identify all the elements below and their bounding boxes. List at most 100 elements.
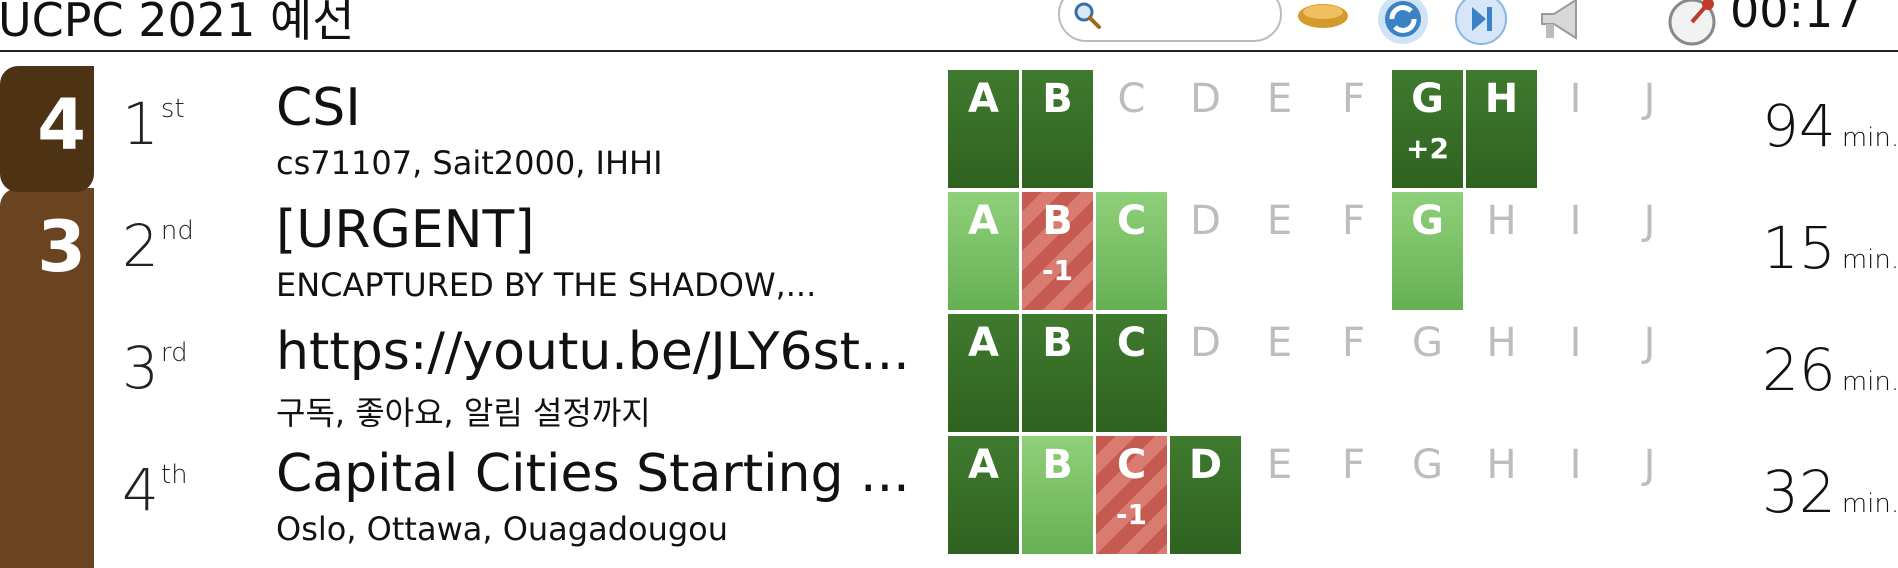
problem-cell-a[interactable]: A [948, 192, 1019, 310]
time-value: 94 [1762, 92, 1836, 160]
announce-icon[interactable] [1534, 0, 1588, 46]
problem-cell-f[interactable]: F [1318, 192, 1389, 310]
table-row[interactable]: 1st CSI cs71107, Sait2000, IHHI A B C D E F G +2 H I… [0, 68, 1898, 190]
problem-cell-g[interactable]: G [1392, 192, 1463, 310]
problem-cell-i[interactable]: I [1540, 192, 1611, 310]
problem-letter: B [1042, 320, 1073, 366]
table-row[interactable]: 3rd https://youtu.be/JLY6st... 구독, 좋아요, 알림… [0, 312, 1898, 434]
problem-cell-f[interactable]: F [1318, 436, 1389, 554]
search-icon [1074, 2, 1101, 29]
team-members: cs71107, Sait2000, IHHI [276, 144, 663, 182]
problem-letter: H [1486, 442, 1517, 488]
refresh-icon[interactable] [1376, 0, 1430, 46]
penalty-time: 15 min. [1762, 214, 1898, 282]
problem-letter: A [968, 76, 999, 122]
problem-cell-h[interactable]: H [1466, 436, 1537, 554]
team-name: [URGENT] [276, 200, 535, 260]
problem-cell-b[interactable]: B [1022, 436, 1093, 554]
rank: 4th [122, 456, 188, 524]
penalty-time: 94 min. [1762, 92, 1898, 160]
problem-letter: C [1116, 320, 1147, 366]
problem-cell-d[interactable]: D [1170, 314, 1241, 432]
problem-cell-b[interactable]: B -1 [1022, 192, 1093, 310]
problem-cell-c[interactable]: C [1096, 70, 1167, 188]
problem-cell-i[interactable]: I [1540, 70, 1611, 188]
attempt-delta: -1 [1041, 254, 1074, 287]
problem-cell-b[interactable]: B [1022, 70, 1093, 188]
problem-cell-h[interactable]: H [1466, 70, 1537, 188]
solved-count: 4 [37, 84, 86, 166]
rank-number: 1 [122, 90, 159, 158]
problem-letter: H [1484, 76, 1519, 122]
problem-cell-e[interactable]: E [1244, 192, 1315, 310]
problem-cell-j[interactable]: J [1614, 436, 1685, 554]
problem-cell-d[interactable]: D [1170, 436, 1241, 554]
problem-cell-g[interactable]: G [1392, 314, 1463, 432]
problem-letter: E [1266, 198, 1293, 244]
skip-forward-icon[interactable] [1454, 0, 1508, 46]
freeze-icon[interactable] [1296, 0, 1350, 46]
problem-cell-f[interactable]: F [1318, 70, 1389, 188]
table-row[interactable]: 4th Capital Cities Starting ... Oslo, Otta… [0, 434, 1898, 556]
team-name: CSI [276, 78, 361, 138]
problem-cell-c[interactable]: C [1096, 314, 1167, 432]
problem-letter: E [1266, 76, 1293, 122]
time-value: 32 [1762, 458, 1836, 526]
problem-letter: D [1190, 320, 1221, 366]
problem-letter: E [1266, 320, 1293, 366]
time-unit: min. [1841, 367, 1898, 397]
rank: 3rd [122, 334, 188, 402]
problem-letter: I [1569, 76, 1582, 122]
problem-letter: C [1117, 76, 1146, 122]
attempt-delta: +2 [1406, 132, 1449, 165]
problem-cell-b[interactable]: B [1022, 314, 1093, 432]
problem-letter: D [1190, 198, 1221, 244]
team-members: Oslo, Ottawa, Ouagadougou [276, 510, 729, 548]
problem-letter: A [968, 442, 999, 488]
problem-letter: I [1569, 442, 1582, 488]
problem-cell-c[interactable]: C -1 [1096, 436, 1167, 554]
problem-cell-h[interactable]: H [1466, 192, 1537, 310]
problem-cell-j[interactable]: J [1614, 192, 1685, 310]
problem-letter: G [1411, 76, 1444, 122]
problem-letter: B [1042, 198, 1073, 244]
table-row[interactable]: 2nd [URGENT] ENCAPTURED BY THE SHADOW,... A… [0, 190, 1898, 312]
problem-cell-e[interactable]: E [1244, 436, 1315, 554]
solved-count-group-3: 3 [0, 188, 94, 568]
problem-cell-g[interactable]: G [1392, 436, 1463, 554]
problem-letter: G [1412, 320, 1443, 366]
problem-cell-a[interactable]: A [948, 436, 1019, 554]
rank-suffix: th [160, 460, 188, 490]
problem-cell-f[interactable]: F [1318, 314, 1389, 432]
rank-number: 4 [122, 456, 159, 524]
problem-cell-e[interactable]: E [1244, 314, 1315, 432]
problem-letter: J [1643, 320, 1656, 366]
problem-letter: C [1116, 442, 1147, 488]
problem-letter: B [1042, 442, 1073, 488]
time-value: 15 [1762, 214, 1836, 282]
problem-letter: D [1188, 442, 1223, 488]
problem-cell-d[interactable]: D [1170, 192, 1241, 310]
problem-cell-g[interactable]: G +2 [1392, 70, 1463, 188]
problem-letter: C [1116, 198, 1147, 244]
problem-cell-j[interactable]: J [1614, 70, 1685, 188]
rank-suffix: nd [160, 216, 194, 246]
problem-cell-a[interactable]: A [948, 70, 1019, 188]
problem-cell-c[interactable]: C [1096, 192, 1167, 310]
problem-cell-d[interactable]: D [1170, 70, 1241, 188]
search-input[interactable] [1058, 0, 1282, 42]
problem-cell-h[interactable]: H [1466, 314, 1537, 432]
problem-letter: J [1643, 76, 1656, 122]
problem-cell-i[interactable]: I [1540, 314, 1611, 432]
solved-count: 3 [37, 206, 86, 288]
problem-letter: H [1486, 198, 1517, 244]
problem-cell-a[interactable]: A [948, 314, 1019, 432]
problem-letter: G [1412, 442, 1443, 488]
problem-letter: J [1643, 442, 1656, 488]
problem-letter: E [1266, 442, 1293, 488]
team-members: 구독, 좋아요, 알림 설정까지 [276, 394, 651, 432]
rank-number: 3 [122, 334, 159, 402]
problem-cell-i[interactable]: I [1540, 436, 1611, 554]
problem-cell-e[interactable]: E [1244, 70, 1315, 188]
problem-cell-j[interactable]: J [1614, 314, 1685, 432]
